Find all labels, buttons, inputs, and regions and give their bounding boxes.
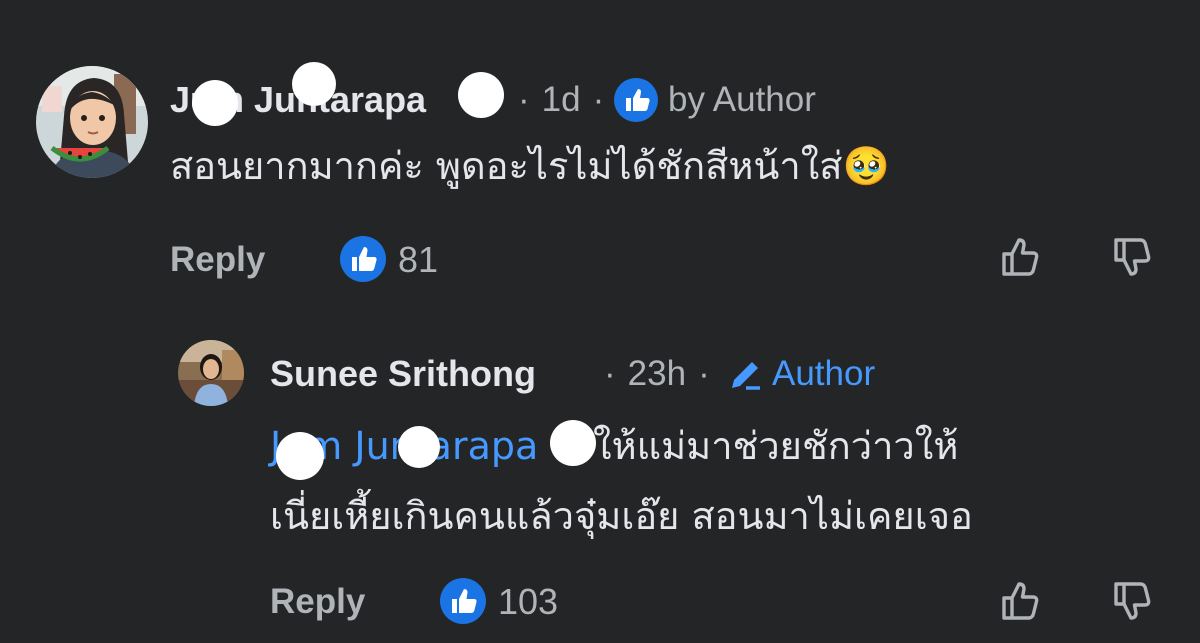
photo-avatar-icon <box>178 340 244 406</box>
pencil-icon <box>726 356 764 394</box>
like-count[interactable]: 81 <box>398 238 438 282</box>
reply-meta: · 23h · <box>604 354 710 394</box>
upvote-button[interactable] <box>998 234 1044 280</box>
meta-dot: · <box>698 354 710 393</box>
author-badge-label: Author <box>772 354 876 393</box>
redaction-mark <box>550 420 596 466</box>
meta-dot: · <box>604 354 616 393</box>
thumbs-down-outline-icon <box>1114 238 1151 276</box>
top-divider <box>0 0 1200 8</box>
by-author-label: by Author <box>668 80 816 119</box>
redaction-mark <box>398 426 440 468</box>
comment-text: สอนยากมากค่ะ พูดอะไรไม่ได้ชักสีหน้าใส่ <box>170 144 843 188</box>
upvote-button[interactable] <box>998 578 1044 624</box>
thumbs-down-outline-icon <box>1114 582 1151 620</box>
comment-meta: · 1d · <box>518 80 604 120</box>
reply-text-line1: จะให้แม่มาช่วยชักว่าวให้ <box>538 424 959 468</box>
thumbs-up-outline-icon <box>1002 582 1039 620</box>
reply-author-name[interactable]: Sunee Srithong <box>270 354 536 394</box>
redaction-mark <box>192 80 238 126</box>
redaction-mark <box>276 432 324 480</box>
reply-body-line2: เนี่ยเหี้ยเกินคนแล้วจุ๋มเอ๊ย สอนมาไม่เคย… <box>270 494 973 538</box>
reply-body: Jum Juntarapa จะให้แม่มาช่วยชักว่าวให้ <box>270 414 958 478</box>
reply-avatar[interactable] <box>178 340 244 406</box>
avatar[interactable] <box>36 66 148 178</box>
like-count[interactable]: 103 <box>498 580 558 624</box>
redaction-mark <box>458 72 504 118</box>
comment-body: สอนยากมากค่ะ พูดอะไรไม่ได้ชักสีหน้าใส่🥹 <box>170 138 890 194</box>
redaction-mark <box>292 62 336 106</box>
thumbs-up-outline-icon <box>1002 238 1039 276</box>
comment-thread: Jum Juntarapa ·1d· by Author สอนยากมากค่… <box>0 0 1200 643</box>
downvote-button[interactable] <box>1110 578 1156 624</box>
cartoon-avatar-icon <box>36 66 148 178</box>
reply-button[interactable]: Reply <box>270 580 365 624</box>
thumbs-up-badge-icon <box>340 236 386 282</box>
comment-timestamp[interactable]: 1d <box>542 80 581 119</box>
pleading-face-emoji-icon: 🥹 <box>842 144 890 188</box>
meta-dot: · <box>518 80 530 119</box>
author-thumbs-up-icon <box>614 78 658 122</box>
thumbs-up-badge-icon <box>440 578 486 624</box>
reply-button[interactable]: Reply <box>170 238 265 282</box>
meta-dot: · <box>592 80 605 119</box>
reply-timestamp[interactable]: 23h <box>628 354 686 393</box>
downvote-button[interactable] <box>1110 234 1156 280</box>
